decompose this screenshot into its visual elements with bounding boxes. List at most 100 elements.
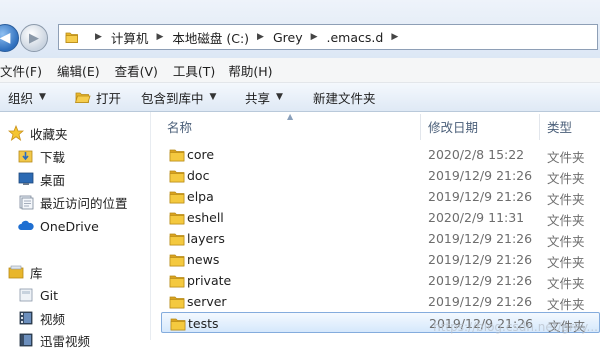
list-item-partial[interactable] [161,336,600,340]
cloud-icon [18,218,34,234]
breadcrumb-separator[interactable]: ▶ [311,32,318,42]
nav-onedrive[interactable]: OneDrive [18,215,168,237]
breadcrumb: ▶ 计算机 ▶ 本地磁盘 (C:) ▶ Grey ▶ .emacs.d ▶ [87,25,407,49]
folder-icon [169,191,185,204]
list-item[interactable]: doc 2019/12/9 21:26 文件夹 [161,165,600,186]
file-modified-date: 2019/12/9 21:26 [428,168,533,183]
file-type: 文件夹 [548,319,586,334]
menu-view[interactable]: 查看(V) [109,61,167,80]
menu-file[interactable]: 文件(F) [0,61,51,80]
include-label: 包含到库中 [141,90,204,106]
chevron-down-icon: ▼ [39,92,46,102]
file-name: doc [187,168,210,183]
arrow-right-icon: ▶ [29,30,39,46]
list-item[interactable]: private 2019/12/9 21:26 文件夹 [161,270,600,291]
file-type: 文件夹 [547,192,585,207]
nav-libraries-label: 库 [30,265,43,281]
nav-downloads[interactable]: 下载 [18,145,168,167]
file-name: tests [188,316,219,331]
folder-icon [169,233,185,246]
open-button[interactable]: 打开 [67,83,137,111]
list-item[interactable]: tests 2019/12/9 21:26 文件夹 [161,312,600,334]
folder-icon [169,296,185,309]
list-item[interactable]: eshell 2020/2/9 11:31 文件夹 [161,207,600,228]
share-label: 共享 [245,90,271,106]
folder-icon [169,170,185,183]
column-name-label: 名称 [167,119,193,135]
list-item[interactable]: news 2019/12/9 21:26 文件夹 [161,249,600,270]
breadcrumb-separator[interactable]: ▶ [257,32,264,42]
arrow-left-icon: ◀ [0,30,11,46]
video-icon [18,310,34,326]
nav-libraries[interactable]: 库 [8,261,158,283]
file-modified-date: 2019/12/9 21:26 [428,273,533,288]
open-label: 打开 [96,90,122,106]
file-name: eshell [187,210,224,225]
file-modified-date: 2019/12/9 21:26 [428,231,533,246]
column-header-type[interactable]: 类型 [547,112,600,140]
menu-help[interactable]: 帮助(H) [224,61,281,80]
nav-recent-places[interactable]: 最近访问的位置 [18,191,168,213]
file-type: 文件夹 [547,171,585,186]
list-item[interactable]: core 2020/2/8 15:22 文件夹 [161,144,600,165]
breadcrumb-separator[interactable]: ▶ [391,32,398,42]
column-separator[interactable] [420,114,421,140]
file-type: 文件夹 [547,255,585,270]
menu-edit[interactable]: 编辑(E) [51,61,109,80]
nav-recent-label: 最近访问的位置 [40,195,128,211]
breadcrumb-grey[interactable]: Grey [273,30,303,45]
folder-icon [169,254,185,267]
share-button[interactable]: 共享 ▼ [237,83,301,111]
include-in-library-button[interactable]: 包含到库中 ▼ [137,83,237,111]
breadcrumb-computer[interactable]: 计算机 [111,28,149,47]
nav-git[interactable]: Git [18,284,168,306]
column-type-label: 类型 [547,119,573,135]
new-folder-button[interactable]: 新建文件夹 [301,83,401,111]
download-folder-icon [18,148,34,164]
breadcrumb-separator[interactable]: ▶ [156,32,163,42]
folder-icon [170,318,186,331]
git-library-icon [18,287,34,303]
column-separator[interactable] [539,114,540,140]
file-name: server [187,294,227,309]
folder-icon [169,212,185,225]
file-type: 文件夹 [547,150,585,165]
file-name: news [187,252,220,267]
file-type: 文件夹 [547,297,585,312]
nav-videos-label: 视频 [40,311,66,327]
file-modified-date: 2019/12/9 21:26 [428,252,533,267]
forward-button[interactable]: ▶ [20,24,48,52]
breadcrumb-local-disk[interactable]: 本地磁盘 (C:) [172,28,249,47]
nav-videos[interactable]: 视频 [18,307,168,329]
nav-downloads-label: 下载 [40,149,66,165]
new-folder-label: 新建文件夹 [313,90,376,106]
nav-thunder-videos[interactable]: 迅雷视频 [18,329,168,351]
organize-button[interactable]: 组织 ▼ [0,83,67,111]
list-item[interactable]: server 2019/12/9 21:26 文件夹 [161,291,600,312]
back-button[interactable]: ◀ [0,24,19,52]
file-type: 文件夹 [547,276,585,291]
file-name: private [187,273,232,288]
library-icon [8,264,24,280]
column-header-date[interactable]: 修改日期 [428,112,540,140]
list-item[interactable]: layers 2019/12/9 21:26 文件夹 [161,228,600,249]
breadcrumb-emacs-d[interactable]: .emacs.d [327,30,384,45]
folder-icon [65,32,78,43]
file-modified-date: 2019/12/9 21:26 [429,316,534,331]
folder-icon [169,275,185,288]
column-header-name[interactable]: 名称 [167,112,417,140]
file-modified-date: 2019/12/9 21:26 [428,294,533,309]
list-item[interactable]: elpa 2019/12/9 21:26 文件夹 [161,186,600,207]
breadcrumb-separator[interactable]: ▶ [95,32,102,42]
video-library-icon [18,332,34,348]
column-date-label: 修改日期 [428,119,479,135]
nav-desktop[interactable]: 桌面 [18,168,168,190]
file-type: 文件夹 [547,234,585,249]
address-field[interactable]: ▶ 计算机 ▶ 本地磁盘 (C:) ▶ Grey ▶ .emacs.d ▶ [58,24,598,50]
file-name: elpa [187,189,214,204]
open-folder-icon [75,92,91,103]
menu-tools[interactable]: 工具(T) [167,61,224,80]
desktop-icon [18,171,34,187]
recent-places-icon [18,194,34,210]
nav-favorites[interactable]: 收藏夹 [8,122,158,144]
